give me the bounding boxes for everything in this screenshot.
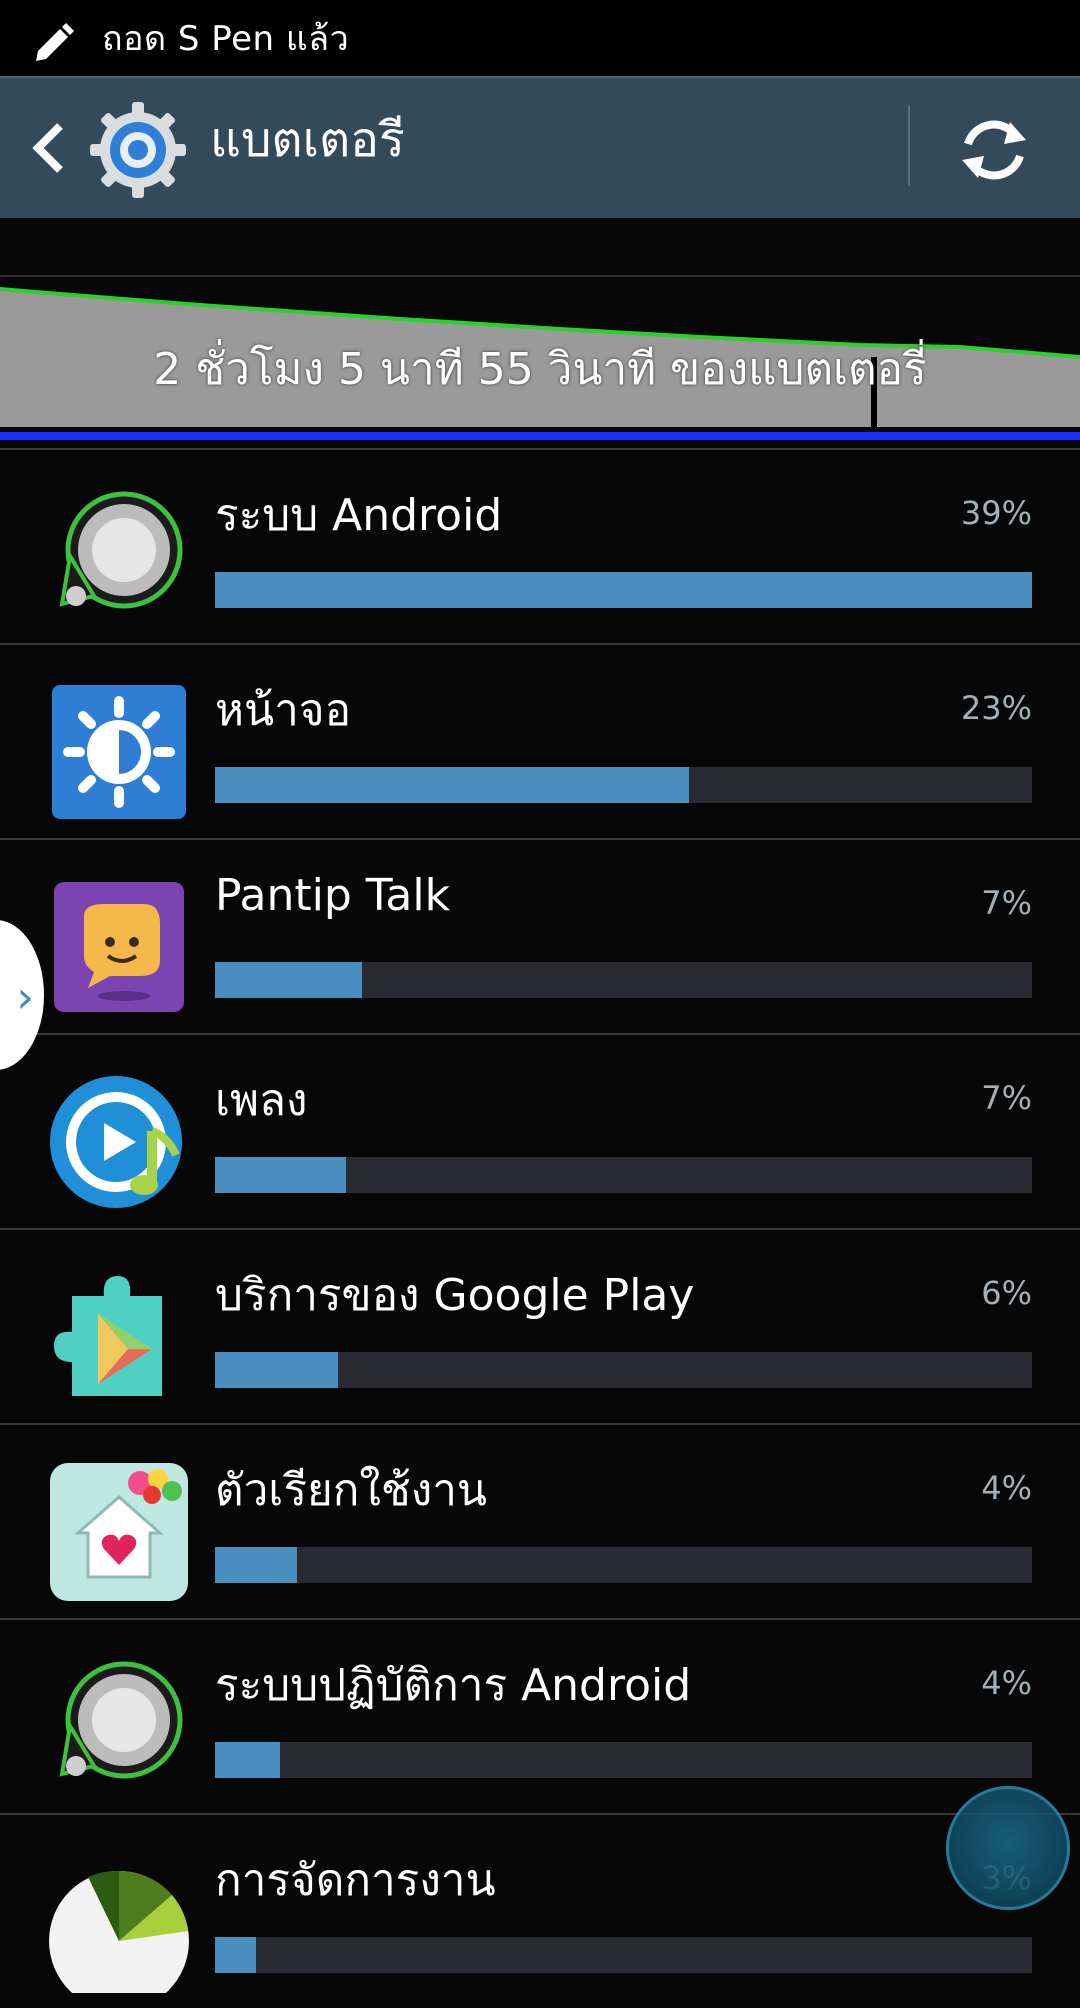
usage-percent: 7% (981, 1079, 1032, 1117)
usage-bar (215, 767, 1032, 803)
action-bar: แบตเตอรี (0, 76, 1080, 218)
usage-name: Pantip Talk (215, 870, 451, 921)
status-bar: ถอด S Pen แล้ว (0, 0, 1080, 76)
usage-bar-fill (215, 572, 1032, 608)
usage-row-pantip-talk[interactable]: Pantip Talk 7% (0, 838, 1080, 1033)
usage-name: บริการของ Google Play (215, 1270, 695, 1321)
screen-brightness-icon (52, 685, 186, 819)
usage-name: ระบบ Android (215, 490, 503, 541)
usage-bar-fill (215, 1742, 281, 1778)
usage-row-launcher[interactable]: ตัวเรียกใช้งาน 4% (0, 1423, 1080, 1618)
status-text: ถอด S Pen แล้ว (102, 19, 350, 59)
battery-usage-list: ระบบ Android 39% หน้าจอ 23% Pantip Talk … (0, 448, 1080, 2008)
usage-percent: 7% (981, 884, 1032, 922)
usage-bar-fill (215, 962, 363, 998)
usage-bar (215, 1352, 1032, 1388)
usage-row-android-system[interactable]: ระบบ Android 39% (0, 448, 1080, 643)
usage-row-google-play-services[interactable]: บริการของ Google Play 6% (0, 1228, 1080, 1423)
usage-name: หน้าจอ (215, 685, 351, 736)
back-chevron-icon[interactable] (28, 118, 68, 178)
pen-icon (36, 23, 74, 61)
usage-bar-fill (215, 1352, 338, 1388)
usage-bar (215, 1937, 1032, 1973)
battery-time-label: 2 ชั่วโมง 5 นาที 55 วินาที ของแบตเตอรี่ (153, 344, 927, 395)
usage-bar-fill (215, 767, 689, 803)
pantip-talk-icon (54, 882, 184, 1012)
usage-row-android-os[interactable]: ระบบปฏิบัติการ Android 4% (0, 1618, 1080, 1813)
usage-percent: 23% (960, 689, 1032, 727)
usage-row-music[interactable]: เพลง 7% (0, 1033, 1080, 1228)
google-play-services-icon (54, 1276, 162, 1396)
chevron-right-icon: › (16, 972, 34, 1023)
usage-name: ระบบปฏิบัติการ Android (215, 1660, 692, 1711)
task-manager-icon (49, 1870, 189, 1993)
usage-percent: 6% (981, 1274, 1032, 1312)
usage-row-task-manager[interactable]: การจัดการงาน 3% (0, 1813, 1080, 2008)
usage-percent: 4% (981, 1664, 1032, 1702)
music-player-icon (50, 1076, 182, 1208)
usage-bar (215, 1547, 1032, 1583)
launcher-icon (50, 1463, 188, 1601)
refresh-icon[interactable] (954, 110, 1034, 190)
usage-bar-fill (215, 1547, 297, 1583)
android-os-icon (59, 1661, 183, 1779)
usage-row-screen[interactable]: หน้าจอ 23% (0, 643, 1080, 838)
android-system-icon (59, 491, 183, 609)
usage-bar-fill (215, 1157, 346, 1193)
settings-gear-icon (90, 102, 186, 198)
usage-percent: 4% (981, 1469, 1032, 1507)
usage-name: ตัวเรียกใช้งาน (215, 1465, 487, 1516)
usage-bar (215, 1742, 1032, 1778)
usage-bar (215, 1157, 1032, 1193)
page-title: แบตเตอรี (210, 112, 405, 168)
usage-name: เพลง (215, 1075, 308, 1126)
usage-name: การจัดการงาน (215, 1855, 496, 1906)
usage-bar (215, 572, 1032, 608)
usage-bar-fill (215, 1937, 256, 1973)
usage-bar (215, 962, 1032, 998)
floating-assistive-button[interactable] (946, 1786, 1070, 1910)
graph-baseline (0, 432, 1080, 440)
usage-percent: 39% (960, 494, 1032, 532)
action-bar-divider (908, 106, 910, 186)
